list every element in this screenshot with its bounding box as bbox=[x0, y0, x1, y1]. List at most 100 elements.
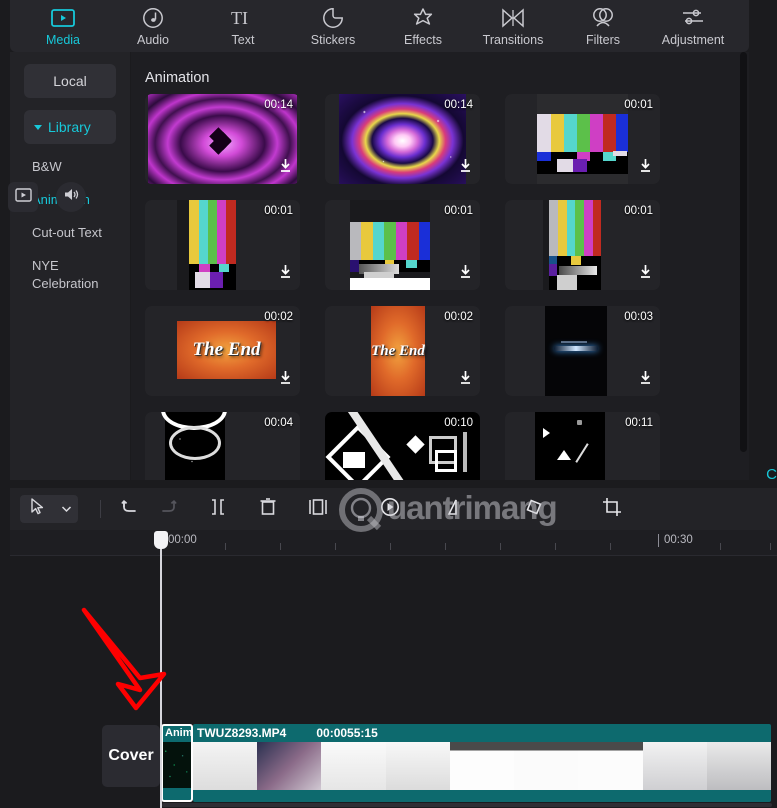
media-card-duration: 00:11 bbox=[625, 417, 653, 429]
download-icon[interactable] bbox=[277, 369, 294, 391]
svg-text:TI: TI bbox=[231, 8, 248, 28]
timeline-ruler[interactable]: 00:00 00:30 bbox=[10, 530, 777, 556]
media-panel-scrollbar[interactable] bbox=[740, 52, 747, 452]
video-track-icon bbox=[15, 188, 32, 207]
redo-button[interactable] bbox=[149, 495, 187, 523]
the-end-thumbnail: The End bbox=[177, 321, 276, 379]
download-icon[interactable] bbox=[457, 263, 474, 285]
media-library-panel: Animation 00:14 00:14 bbox=[131, 52, 749, 480]
tool-dropdown-button[interactable] bbox=[54, 495, 78, 523]
media-card[interactable]: The End 00:02 bbox=[325, 306, 480, 396]
crop-button[interactable] bbox=[593, 495, 631, 523]
split-icon bbox=[208, 498, 228, 521]
colorbar-thumbnail bbox=[537, 94, 628, 184]
cursor-arrow-icon bbox=[30, 498, 45, 520]
media-card[interactable]: 00:01 bbox=[145, 200, 300, 290]
media-grid-row: 00:04 00:10 bbox=[145, 412, 719, 480]
media-card[interactable]: The End 00:02 bbox=[145, 306, 300, 396]
nav-tab-media-label: Media bbox=[46, 33, 80, 47]
nav-tab-audio[interactable]: Audio bbox=[122, 6, 184, 47]
nav-tab-transitions[interactable]: Transitions bbox=[482, 6, 544, 47]
media-card[interactable]: 00:01 bbox=[505, 200, 660, 290]
timeline-clip[interactable]: TWUZ8293.MP4 00:0055:15 bbox=[193, 724, 771, 802]
audio-note-icon bbox=[142, 6, 164, 30]
nav-tab-text[interactable]: TI Text bbox=[212, 6, 274, 47]
timeline-horizontal-scrollbar[interactable] bbox=[162, 803, 772, 807]
sticker-icon bbox=[322, 6, 344, 30]
media-card[interactable]: 00:14 bbox=[145, 94, 300, 184]
top-navigation-bar: Media Audio TI Text Stickers Effects bbox=[10, 0, 749, 52]
cover-button[interactable]: Cover bbox=[102, 725, 160, 787]
download-icon[interactable] bbox=[637, 157, 654, 179]
sidebar-item-cutout-text[interactable]: Cut-out Text bbox=[10, 210, 130, 243]
download-icon[interactable] bbox=[457, 369, 474, 391]
media-card-duration: 00:04 bbox=[264, 417, 293, 429]
dark-minimal-thumbnail bbox=[535, 412, 605, 480]
undo-icon bbox=[120, 498, 140, 521]
media-grid-row: 00:14 00:14 bbox=[145, 94, 719, 184]
nav-tab-audio-label: Audio bbox=[137, 33, 169, 47]
annotation-arrow bbox=[78, 598, 193, 723]
sidebar-item-nye-celebration[interactable]: NYE Celebration bbox=[10, 243, 80, 295]
media-card[interactable]: 00:03 bbox=[505, 306, 660, 396]
media-card-duration: 00:01 bbox=[624, 99, 653, 111]
download-icon[interactable] bbox=[637, 263, 654, 285]
freeze-frame-button[interactable] bbox=[299, 495, 337, 523]
ruler-mid-mark bbox=[658, 534, 659, 547]
media-card-duration: 00:02 bbox=[264, 311, 293, 323]
download-icon[interactable] bbox=[277, 263, 294, 285]
speaker-icon bbox=[63, 187, 80, 207]
adjustment-sliders-icon bbox=[681, 6, 705, 30]
nav-tab-effects[interactable]: Effects bbox=[392, 6, 454, 47]
nav-tab-effects-label: Effects bbox=[404, 33, 442, 47]
video-track-button[interactable] bbox=[8, 182, 38, 212]
mute-button[interactable] bbox=[56, 182, 86, 212]
media-sidebar: Local Library B&W Animation Cut-out Text… bbox=[10, 52, 130, 480]
sidebar-item-library[interactable]: Library bbox=[24, 110, 116, 144]
mask-icon bbox=[446, 498, 466, 521]
nav-tab-stickers[interactable]: Stickers bbox=[302, 6, 364, 47]
cover-label: Cover bbox=[108, 747, 153, 765]
selected-clip[interactable]: Anim bbox=[161, 724, 193, 802]
colorbar-thumbnail bbox=[543, 200, 601, 290]
redo-icon bbox=[158, 498, 178, 521]
media-card[interactable]: 00:14 bbox=[325, 94, 480, 184]
media-card[interactable]: 00:04 bbox=[145, 412, 300, 480]
the-end-thumbnail: The End bbox=[371, 306, 425, 396]
media-card[interactable]: 00:11 bbox=[505, 412, 660, 480]
download-icon[interactable] bbox=[457, 157, 474, 179]
panel-edge-label: C bbox=[766, 466, 777, 483]
nav-tab-stickers-label: Stickers bbox=[311, 33, 355, 47]
media-grid-row: The End 00:02 The End 00:02 bbox=[145, 306, 719, 396]
clip-filmstrip bbox=[193, 742, 771, 790]
nav-tab-adjustment[interactable]: Adjustment bbox=[662, 6, 724, 47]
transitions-icon bbox=[501, 6, 525, 30]
sidebar-item-bw[interactable]: B&W bbox=[10, 144, 130, 177]
download-icon[interactable] bbox=[637, 369, 654, 391]
playhead-handle[interactable] bbox=[154, 531, 168, 549]
sidebar-item-local[interactable]: Local bbox=[24, 64, 116, 98]
media-card[interactable]: 00:01 bbox=[325, 200, 480, 290]
nav-tab-filters[interactable]: Filters bbox=[572, 6, 634, 47]
mirror-icon bbox=[524, 497, 544, 522]
download-icon[interactable] bbox=[277, 157, 294, 179]
selected-clip-label: Anim bbox=[165, 727, 193, 739]
speed-button[interactable] bbox=[371, 495, 409, 523]
media-card-duration: 00:01 bbox=[264, 205, 293, 217]
media-card-duration: 00:02 bbox=[444, 311, 473, 323]
mask-button[interactable] bbox=[437, 495, 475, 523]
arc-sparkle-thumbnail bbox=[165, 412, 225, 480]
media-play-icon bbox=[51, 6, 75, 30]
delete-button[interactable] bbox=[249, 495, 287, 523]
media-card[interactable]: 00:01 bbox=[505, 94, 660, 184]
effects-star-icon bbox=[412, 6, 434, 30]
media-card[interactable]: 00:10 bbox=[325, 412, 480, 480]
filters-icon bbox=[591, 6, 615, 30]
media-card-duration: 00:01 bbox=[624, 205, 653, 217]
mirror-button[interactable] bbox=[515, 495, 553, 523]
undo-button[interactable] bbox=[111, 495, 149, 523]
select-tool-button[interactable] bbox=[20, 495, 54, 523]
split-button[interactable] bbox=[199, 495, 237, 523]
nav-tab-text-label: Text bbox=[232, 33, 255, 47]
nav-tab-media[interactable]: Media bbox=[32, 6, 94, 47]
